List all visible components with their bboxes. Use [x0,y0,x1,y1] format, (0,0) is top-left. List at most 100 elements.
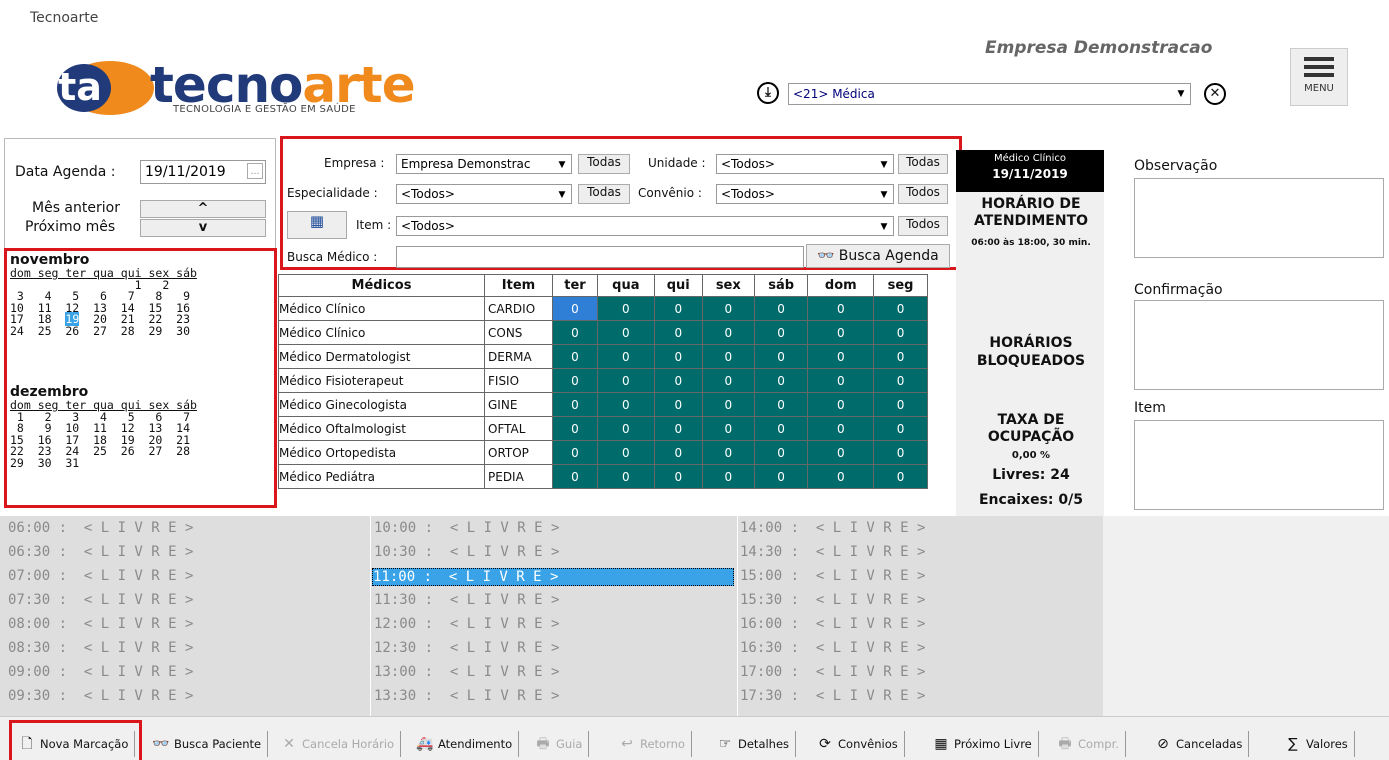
column-header[interactable]: sáb [753,274,809,297]
unidade-select[interactable]: <Todos> ▼ [716,154,894,174]
count-cell[interactable]: 0 [552,320,598,345]
item-notes-field[interactable] [1134,420,1384,510]
count-cell[interactable]: 0 [653,392,703,417]
medico-select[interactable]: <21> Médica ▼ [788,83,1191,105]
count-cell[interactable]: 0 [807,368,875,393]
calendar-week[interactable]: 24 25 26 27 28 29 30 [10,325,272,338]
table-row[interactable]: Médico Ginecologista GINE 0 0 0 0 0 0 0 [278,392,928,417]
chevron-down-icon[interactable]: ▼ [877,187,891,203]
column-header[interactable]: seg [873,274,928,297]
time-slot[interactable]: 09:00 : < L I V R E > [8,664,193,680]
chevron-down-icon[interactable]: ▼ [1174,86,1188,102]
item-cell[interactable]: CARDIO [484,296,553,321]
time-slot[interactable]: 17:00 : < L I V R E > [740,664,925,680]
count-cell[interactable]: 0 [596,440,655,465]
time-slot[interactable]: 16:30 : < L I V R E > [740,640,925,656]
time-slot[interactable]: 17:30 : < L I V R E > [740,688,925,704]
toolbar-button-retorno[interactable]: ↩ Retorno [614,731,692,757]
calendar-button[interactable]: ▦ [287,211,347,239]
chevron-down-icon[interactable]: ▼ [555,187,569,203]
menu-button[interactable]: MENU [1290,48,1348,106]
item-select[interactable]: <Todos> ▼ [396,216,894,236]
column-header[interactable]: qui [653,274,703,297]
count-cell[interactable]: 0 [873,320,928,345]
count-cell[interactable]: 0 [873,296,928,321]
toolbar-button-nova-marcação[interactable]: 🗋 Nova Marcação [14,731,136,757]
toolbar-button-cancela-horário[interactable]: ✕ Cancela Horário [276,731,402,757]
count-cell[interactable]: 0 [753,368,809,393]
chevron-down-icon[interactable]: ▼ [877,219,891,235]
time-slot[interactable]: 14:00 : < L I V R E > [740,520,925,536]
column-header[interactable]: Item [484,274,553,297]
item-cell[interactable]: PEDIA [484,464,553,489]
time-slot[interactable]: 09:30 : < L I V R E > [8,688,193,704]
count-cell[interactable]: 0 [552,416,598,441]
time-slot[interactable]: 14:30 : < L I V R E > [740,544,925,560]
count-cell[interactable]: 0 [552,440,598,465]
empresa-select[interactable]: Empresa Demonstrac ▼ [396,154,572,174]
count-cell[interactable]: 0 [552,344,598,369]
toolbar-button-valores[interactable]: ∑ Valores [1280,731,1355,757]
count-cell[interactable]: 0 [807,296,875,321]
toolbar-button-atendimento[interactable]: 🚑 Atendimento [412,731,520,757]
count-cell[interactable]: 0 [701,320,755,345]
time-slot[interactable]: 15:30 : < L I V R E > [740,592,925,608]
time-slot[interactable]: 16:00 : < L I V R E > [740,616,925,632]
time-slot[interactable]: 06:00 : < L I V R E > [8,520,193,536]
count-cell[interactable]: 0 [552,296,598,321]
table-row[interactable]: Médico Dermatologist DERMA 0 0 0 0 0 0 0 [278,344,928,369]
count-cell[interactable]: 0 [701,296,755,321]
count-cell[interactable]: 0 [701,392,755,417]
time-slot[interactable]: 11:00 : < L I V R E > [372,568,734,586]
count-cell[interactable]: 0 [753,440,809,465]
count-cell[interactable]: 0 [653,344,703,369]
chevron-down-icon[interactable]: ▼ [555,157,569,173]
item-cell[interactable]: OFTAL [484,416,553,441]
time-slot[interactable]: 10:30 : < L I V R E > [374,544,559,560]
empresa-todas-button[interactable]: Todas [578,154,630,174]
table-row[interactable]: Médico Oftalmologist OFTAL 0 0 0 0 0 0 0 [278,416,928,441]
column-header[interactable]: ter [552,274,598,297]
count-cell[interactable]: 0 [653,464,703,489]
medico-cell[interactable]: Médico Ginecologista [278,392,485,417]
time-slot[interactable]: 12:30 : < L I V R E > [374,640,559,656]
data-agenda-input[interactable]: 19/11/2019 … [140,160,266,184]
count-cell[interactable]: 0 [807,392,875,417]
table-row[interactable]: Médico Clínico CARDIO 0 0 0 0 0 0 0 [278,296,928,321]
toolbar-button-busca-paciente[interactable]: 👓 Busca Paciente [148,731,269,757]
count-cell[interactable]: 0 [873,392,928,417]
count-cell[interactable]: 0 [552,368,598,393]
count-cell[interactable]: 0 [596,320,655,345]
count-cell[interactable]: 0 [653,440,703,465]
table-row[interactable]: Médico Fisioterapeut FISIO 0 0 0 0 0 0 0 [278,368,928,393]
toolbar-button-guia[interactable]: 🖶 Guia [530,731,590,757]
time-slot[interactable]: 07:30 : < L I V R E > [8,592,193,608]
medico-cell[interactable]: Médico Ortopedista [278,440,485,465]
count-cell[interactable]: 0 [701,368,755,393]
medico-cell[interactable]: Médico Fisioterapeut [278,368,485,393]
column-header[interactable]: qua [596,274,655,297]
count-cell[interactable]: 0 [701,416,755,441]
count-cell[interactable]: 0 [807,464,875,489]
medico-cell[interactable]: Médico Clínico [278,296,485,321]
item-cell[interactable]: DERMA [484,344,553,369]
toolbar-button-próximo-livre[interactable]: ▦ Próximo Livre [928,731,1039,757]
count-cell[interactable]: 0 [596,344,655,369]
time-slot[interactable]: 13:00 : < L I V R E > [374,664,559,680]
count-cell[interactable]: 0 [552,392,598,417]
calendar-week[interactable]: 29 30 31 [10,457,272,470]
count-cell[interactable]: 0 [596,392,655,417]
especialidade-todas-button[interactable]: Todas [578,184,630,204]
item-cell[interactable]: CONS [484,320,553,345]
count-cell[interactable]: 0 [753,344,809,369]
count-cell[interactable]: 0 [701,464,755,489]
chevron-down-icon[interactable]: ▼ [877,157,891,173]
time-slot[interactable]: 07:00 : < L I V R E > [8,568,193,584]
time-slot[interactable]: 08:00 : < L I V R E > [8,616,193,632]
item-cell[interactable]: GINE [484,392,553,417]
count-cell[interactable]: 0 [807,440,875,465]
date-picker-icon[interactable]: … [247,163,263,179]
busca-medico-input[interactable] [396,246,804,268]
count-cell[interactable]: 0 [653,416,703,441]
count-cell[interactable]: 0 [701,344,755,369]
